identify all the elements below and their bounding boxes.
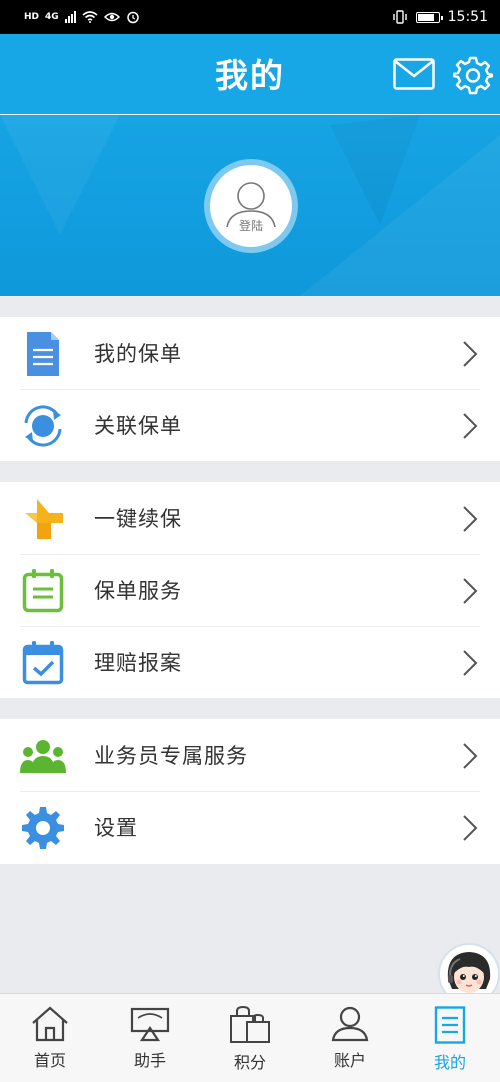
status-right: 15:51 [392, 9, 488, 25]
tab-home[interactable]: 首页 [0, 994, 100, 1082]
menu-item-label: 业务员专属服务 [94, 744, 248, 768]
list-icon [434, 1006, 466, 1044]
chevron-right-icon [463, 578, 478, 604]
assistant-icon [130, 1007, 170, 1042]
menu-item-settings[interactable]: 设置 [0, 791, 500, 863]
status-bar: HD 4G 15:51 [0, 0, 500, 34]
calendar-check-icon [20, 640, 66, 686]
bottom-tab-bar: 首页 助手 积分 账户 我的 [0, 993, 500, 1082]
user-icon [331, 1006, 369, 1042]
renew-icon [20, 496, 66, 542]
hd-badge: HD [24, 12, 40, 22]
menu-item-label: 一键续保 [94, 507, 182, 531]
tab-points[interactable]: 积分 [200, 994, 300, 1082]
user-avatar-icon [226, 182, 276, 228]
mail-icon[interactable] [393, 58, 435, 90]
link-sync-icon [20, 403, 66, 449]
login-label[interactable]: 登陆 [210, 217, 292, 234]
chevron-right-icon [463, 506, 478, 532]
vibrate-icon [392, 10, 407, 24]
menu-item-label: 关联保单 [94, 414, 182, 438]
chevron-right-icon [463, 650, 478, 676]
avatar[interactable]: 登陆 [210, 165, 292, 247]
menu-group-other: 业务员专属服务 设置 [0, 719, 500, 864]
menu-item-renew[interactable]: 一键续保 [0, 482, 500, 554]
menu-group-policies: 我的保单 关联保单 [0, 317, 500, 461]
menu-item-label: 设置 [94, 816, 138, 840]
status-time: 15:51 [447, 9, 488, 25]
tab-label: 积分 [233, 1053, 266, 1072]
tab-label: 我的 [433, 1053, 466, 1072]
shopping-bag-icon [230, 1006, 270, 1043]
clipboard-icon [20, 568, 66, 614]
tab-mine[interactable]: 我的 [400, 994, 500, 1082]
tab-label: 账户 [333, 1051, 366, 1070]
menu-item-claim-report[interactable]: 理赔报案 [0, 626, 500, 698]
people-icon [20, 733, 66, 779]
wifi-icon [82, 11, 98, 23]
settings-gear-icon [20, 805, 66, 851]
alarm-icon [126, 11, 139, 24]
tab-label: 首页 [33, 1051, 66, 1070]
chevron-right-icon [463, 413, 478, 439]
profile-banner: 登陆 [0, 115, 500, 296]
menu-group-services: 一键续保 保单服务 理赔报案 [0, 482, 500, 698]
eye-icon [103, 12, 120, 22]
menu-item-label: 保单服务 [94, 579, 182, 603]
app-header: 我的 [0, 34, 500, 114]
chevron-right-icon [463, 743, 478, 769]
tab-account[interactable]: 账户 [300, 994, 400, 1082]
network-badge: 4G [45, 12, 59, 22]
status-left: HD 4G [24, 10, 140, 24]
menu-item-my-policies[interactable]: 我的保单 [0, 317, 500, 389]
menu-item-label: 我的保单 [94, 342, 182, 366]
tab-label: 助手 [133, 1051, 166, 1070]
avatar-ring[interactable]: 登陆 [204, 159, 298, 253]
tab-assistant[interactable]: 助手 [100, 994, 200, 1082]
menu-item-label: 理赔报案 [94, 651, 182, 675]
battery-icon [415, 11, 443, 23]
menu-item-linked-policies[interactable]: 关联保单 [0, 389, 500, 461]
chevron-right-icon [463, 341, 478, 367]
signal-icon [64, 11, 76, 23]
menu-item-agent-service[interactable]: 业务员专属服务 [0, 719, 500, 791]
document-icon [20, 331, 66, 377]
chevron-right-icon [463, 815, 478, 841]
menu-item-policy-service[interactable]: 保单服务 [0, 554, 500, 626]
gear-icon[interactable] [453, 55, 493, 95]
home-icon [32, 1006, 68, 1042]
